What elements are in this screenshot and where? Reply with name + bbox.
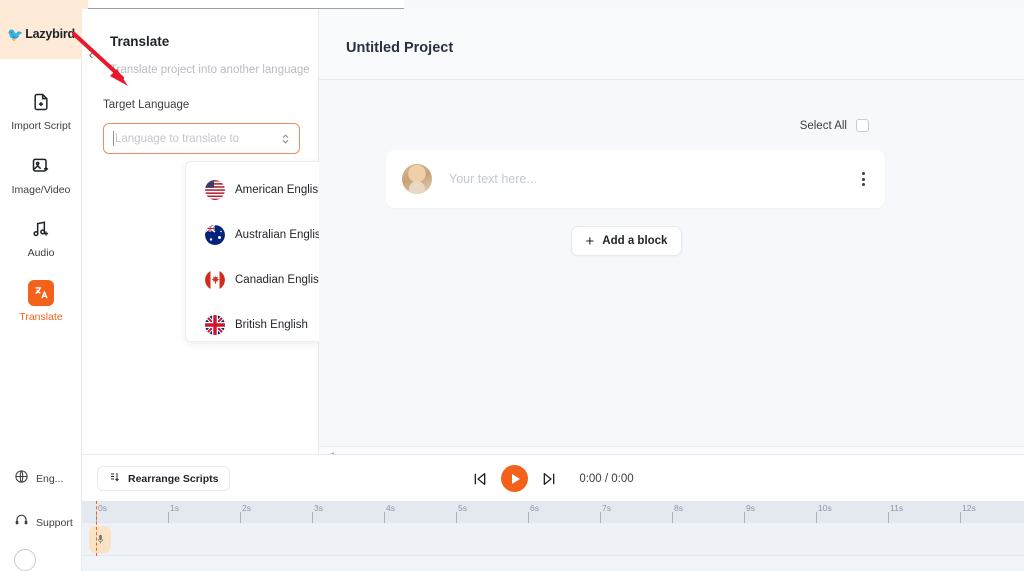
tick-label: 9s bbox=[746, 503, 755, 513]
app-logo[interactable]: 🐦 Lazybird bbox=[0, 9, 82, 59]
chevron-updown-icon bbox=[281, 133, 290, 145]
tick-label: 12s bbox=[962, 503, 976, 513]
target-language-placeholder: Language to translate to bbox=[115, 133, 281, 145]
language-option-label: British English bbox=[235, 319, 308, 331]
tick-label: 6s bbox=[530, 503, 539, 513]
user-avatar[interactable] bbox=[14, 549, 36, 571]
language-option-label: Australian English bbox=[235, 229, 327, 241]
left-rail: 🐦 Lazybird Import Script bbox=[0, 9, 82, 571]
music-note-plus-icon bbox=[28, 216, 54, 242]
tick-label: 10s bbox=[818, 503, 832, 513]
support-link[interactable]: Support bbox=[0, 501, 82, 545]
sidebar-item-translate[interactable]: Translate bbox=[0, 270, 82, 334]
translate-icon bbox=[28, 280, 54, 306]
sidebar-item-import-script[interactable]: Import Script bbox=[0, 79, 82, 143]
tick-label: 5s bbox=[458, 503, 467, 513]
flag-au-icon bbox=[205, 225, 225, 245]
tick-label: 3s bbox=[314, 503, 323, 513]
skip-forward-icon[interactable] bbox=[541, 471, 557, 487]
panel-title: Translate bbox=[110, 34, 169, 49]
rail-bottom-section: Eng... Support bbox=[0, 457, 82, 571]
browser-tab-active[interactable] bbox=[0, 0, 88, 9]
app-logo-text: Lazybird bbox=[25, 27, 75, 41]
add-block-label: Add a block bbox=[602, 235, 667, 247]
tick-label: 0s bbox=[98, 503, 107, 513]
select-all-label: Select All bbox=[800, 120, 847, 132]
script-block[interactable]: Your text here... bbox=[386, 150, 885, 208]
target-language-select[interactable]: Language to translate to bbox=[103, 123, 300, 154]
browser-tab-strip-right bbox=[404, 0, 1024, 9]
playhead[interactable] bbox=[96, 501, 97, 556]
target-language-label: Target Language bbox=[103, 99, 189, 111]
panel-subtitle: Translate project into another language bbox=[110, 64, 310, 76]
globe-icon bbox=[14, 469, 29, 489]
text-caret bbox=[113, 131, 114, 146]
flag-us-icon bbox=[205, 180, 225, 200]
sidebar-item-audio[interactable]: Audio bbox=[0, 206, 82, 270]
tick-label: 7s bbox=[602, 503, 611, 513]
audio-clip[interactable] bbox=[89, 526, 111, 553]
browser-chrome-strip bbox=[0, 0, 1024, 9]
select-all-control[interactable]: Select All bbox=[800, 119, 869, 132]
plus-icon: + bbox=[586, 234, 595, 249]
page-title: Untitled Project bbox=[346, 40, 453, 56]
timeline-track[interactable] bbox=[82, 523, 1024, 556]
tick-label: 8s bbox=[674, 503, 683, 513]
sidebar-item-label: Image/Video bbox=[12, 185, 71, 197]
flag-ca-icon bbox=[205, 270, 225, 290]
rail-nav-list: Import Script Image/Video bbox=[0, 79, 82, 333]
language-option-label: American English bbox=[235, 184, 324, 196]
bird-logo-icon: 🐦 bbox=[7, 28, 23, 41]
image-plus-icon bbox=[28, 153, 54, 179]
language-switcher[interactable]: Eng... bbox=[0, 457, 82, 501]
tick-label: 4s bbox=[386, 503, 395, 513]
language-option-label: Canadian English bbox=[235, 274, 325, 286]
headset-icon bbox=[14, 513, 29, 533]
avatar bbox=[402, 164, 432, 194]
tick-label: 11s bbox=[890, 503, 903, 513]
sidebar-item-label: Audio bbox=[28, 248, 55, 260]
skip-back-icon[interactable] bbox=[472, 471, 488, 487]
time-display: 0:00 / 0:00 bbox=[579, 473, 633, 485]
sidebar-item-label: Translate bbox=[19, 312, 62, 324]
sidebar-item-image-video[interactable]: Image/Video bbox=[0, 143, 82, 207]
transport-bar: Rearrange Scripts 0:00 / 0:00 bbox=[82, 454, 1024, 501]
add-block-button[interactable]: + Add a block bbox=[571, 226, 682, 256]
playback-controls: 0:00 / 0:00 bbox=[82, 465, 1024, 492]
app-root: 🐦 Lazybird Import Script bbox=[0, 0, 1024, 571]
select-all-checkbox[interactable] bbox=[856, 119, 869, 132]
timeline-ruler[interactable]: 0s 1s 2s 3s 4s 5s 6s 7s 8s 9s 10s 11s 12… bbox=[82, 501, 1024, 523]
play-button[interactable] bbox=[501, 465, 528, 492]
sidebar-item-label: Import Script bbox=[11, 121, 71, 133]
timeline[interactable]: 0s 1s 2s 3s 4s 5s 6s 7s 8s 9s 10s 11s 12… bbox=[82, 501, 1024, 571]
support-link-label: Support bbox=[36, 517, 73, 529]
file-plus-icon bbox=[28, 89, 54, 115]
block-options-menu-icon[interactable] bbox=[858, 168, 869, 190]
script-text-input[interactable]: Your text here... bbox=[449, 172, 858, 186]
flag-gb-icon bbox=[205, 315, 225, 335]
tick-label: 2s bbox=[242, 503, 251, 513]
language-switcher-label: Eng... bbox=[36, 473, 63, 485]
tick-label: 1s bbox=[170, 503, 179, 513]
chevron-left-icon[interactable]: ‹ bbox=[84, 45, 98, 63]
